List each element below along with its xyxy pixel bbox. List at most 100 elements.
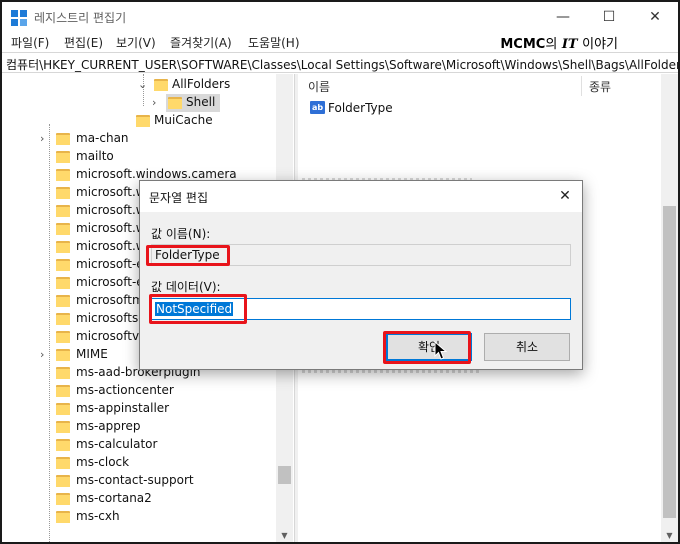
folder-icon: [56, 329, 70, 343]
dialog-close-button[interactable]: ✕: [548, 181, 582, 212]
collapse-arrow-icon[interactable]: ⌄: [138, 78, 148, 91]
value-data-label: 값 데이터(V):: [151, 280, 221, 294]
tree-item-label: ms-appinstaller: [76, 401, 170, 415]
minimize-button[interactable]: —: [540, 2, 586, 32]
folder-icon: [56, 293, 70, 307]
tree-item-muicache[interactable]: MuiCache: [120, 112, 280, 130]
value-data-text: NotSpecified: [155, 302, 234, 316]
watermark-tail: 이야기: [582, 37, 618, 52]
registry-app-icon: [11, 10, 27, 26]
dialog-title-bar: 문자열 편집 ✕: [140, 181, 582, 212]
maximize-button[interactable]: ☐: [586, 2, 632, 32]
ok-button[interactable]: 확인: [386, 333, 472, 361]
column-header-name[interactable]: 이름: [308, 78, 330, 95]
column-header-type[interactable]: 종류: [589, 78, 611, 95]
values-scrollbar-thumb[interactable]: [663, 206, 676, 518]
tree-item[interactable]: mailto: [40, 148, 280, 166]
menu-help[interactable]: 도움말(H): [248, 34, 300, 51]
expand-arrow-icon[interactable]: ›: [40, 132, 50, 145]
scroll-down-icon[interactable]: ▼: [661, 527, 678, 542]
menu-edit[interactable]: 편집(E): [64, 34, 103, 51]
tree-item-label: microsoft.w: [76, 203, 146, 217]
folder-icon: [56, 347, 70, 361]
tree-item[interactable]: ms-appinstaller: [40, 400, 280, 418]
watermark-main: MCMC: [500, 37, 546, 52]
tree-item[interactable]: › ma-chan: [40, 130, 280, 148]
tree-item-label: microsoft-e: [76, 275, 144, 289]
folder-icon: [56, 203, 70, 217]
value-name-text: FolderType: [155, 248, 220, 262]
menu-bar: 파일(F) 편집(E) 보기(V) 즐겨찾기(A) 도움말(H) MCMC의 I…: [2, 32, 678, 52]
folder-icon: [56, 491, 70, 505]
tree-item[interactable]: ms-actioncenter: [40, 382, 280, 400]
tree-item[interactable]: ms-cortana2: [40, 490, 280, 508]
tree-item-label: ma-chan: [76, 131, 129, 145]
folder-icon: [56, 275, 70, 289]
menu-favorites[interactable]: 즐겨찾기(A): [170, 34, 232, 51]
folder-icon: [56, 131, 70, 145]
tree-scrollbar-thumb[interactable]: [278, 466, 291, 484]
tree-item-allfolders[interactable]: ⌄ AllFolders: [138, 76, 288, 94]
window-title: 레지스트리 편집기: [34, 11, 127, 25]
value-name: FolderType: [328, 101, 393, 115]
folder-icon: [56, 419, 70, 433]
folder-icon: [56, 509, 70, 523]
folder-icon: [56, 311, 70, 325]
string-value-icon: ab: [310, 101, 325, 114]
tree-item-label: Shell: [186, 95, 216, 109]
title-bar: 레지스트리 편집기 — ☐ ✕: [2, 2, 678, 32]
value-data-input[interactable]: NotSpecified: [151, 298, 571, 320]
registry-editor-window: 레지스트리 편집기 — ☐ ✕ 파일(F) 편집(E) 보기(V) 즐겨찾기(A…: [0, 0, 680, 544]
tree-item-label: ms-cortana2: [76, 491, 152, 505]
scroll-down-icon[interactable]: ▼: [276, 527, 293, 542]
tree-item-label: MuiCache: [154, 113, 213, 127]
tree-item-label: AllFolders: [172, 77, 231, 91]
edit-string-dialog: 문자열 편집 ✕ 값 이름(N): FolderType 값 데이터(V): N…: [139, 180, 583, 370]
tree-item-label: ms-clock: [76, 455, 130, 469]
menu-view[interactable]: 보기(V): [116, 34, 156, 51]
tree-item-label: microsoftm: [76, 293, 144, 307]
tree-item[interactable]: ms-contact-support: [40, 472, 280, 490]
folder-icon: [56, 167, 70, 181]
tree-item-label: ms-cxh: [76, 509, 120, 523]
tree-item-label: microsoftso: [76, 311, 146, 325]
tree-item-label: MIME: [76, 347, 108, 361]
folder-icon: [136, 113, 150, 127]
tree-item-label: microsoft.w: [76, 239, 146, 253]
folder-icon: [56, 401, 70, 415]
folder-icon: [168, 95, 182, 109]
tree-item-shell[interactable]: › Shell: [152, 94, 282, 112]
folder-icon: [56, 185, 70, 199]
menu-file[interactable]: 파일(F): [11, 34, 49, 51]
tree-item-label: ms-actioncenter: [76, 383, 174, 397]
expand-arrow-icon[interactable]: ›: [152, 96, 162, 109]
folder-icon: [56, 221, 70, 235]
folder-icon: [56, 455, 70, 469]
close-button[interactable]: ✕: [632, 2, 678, 32]
folder-icon: [56, 473, 70, 487]
folder-icon: [56, 383, 70, 397]
mouse-cursor-icon: [434, 341, 448, 360]
address-path: 컴퓨터\HKEY_CURRENT_USER\SOFTWARE\Classes\L…: [6, 58, 680, 72]
dialog-title: 문자열 편집: [149, 191, 209, 205]
expand-arrow-icon[interactable]: ›: [40, 348, 50, 361]
tree-item-label: microsoft.windows.camera: [76, 167, 237, 181]
watermark-particle: 의: [545, 37, 558, 52]
blog-watermark: MCMC의 IT 이야기: [500, 33, 618, 52]
folder-icon: [56, 257, 70, 271]
folder-icon: [56, 437, 70, 451]
tree-item-label: mailto: [76, 149, 114, 163]
tree-item-label: ms-contact-support: [76, 473, 194, 487]
tree-item-label: microsoft.w: [76, 185, 146, 199]
values-scrollbar[interactable]: ▼: [661, 74, 678, 542]
cancel-button[interactable]: 취소: [484, 333, 570, 361]
tree-item[interactable]: ms-cxh: [40, 508, 280, 526]
tree-item[interactable]: ms-calculator: [40, 436, 280, 454]
folder-icon: [56, 239, 70, 253]
tree-item-label: ms-calculator: [76, 437, 158, 451]
tree-item[interactable]: ms-clock: [40, 454, 280, 472]
value-name-field: FolderType: [151, 244, 571, 266]
tree-item-label: microsoft-e: [76, 257, 144, 271]
address-bar[interactable]: 컴퓨터\HKEY_CURRENT_USER\SOFTWARE\Classes\L…: [2, 52, 678, 73]
tree-item[interactable]: ms-apprep: [40, 418, 280, 436]
